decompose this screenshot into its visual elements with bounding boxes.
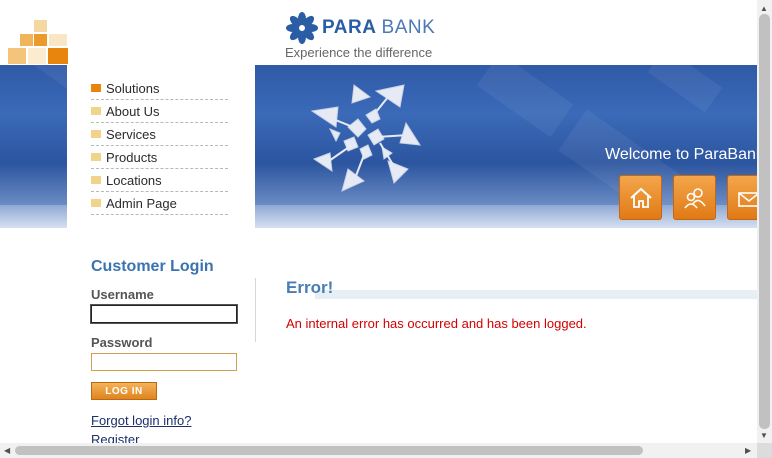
brand-name: PARA BANK xyxy=(322,17,435,39)
menu-bullet-icon xyxy=(91,153,101,161)
forgot-login-link[interactable]: Forgot login info? xyxy=(91,413,191,428)
menu-item-label[interactable]: Locations xyxy=(106,173,162,188)
scroll-left-arrow-icon[interactable]: ◀ xyxy=(4,447,10,455)
menu-item-label[interactable]: Admin Page xyxy=(106,196,177,211)
scrollbar-corner xyxy=(757,443,772,458)
brand-name-bold: PARA xyxy=(322,17,376,38)
brand-tagline: Experience the difference xyxy=(285,45,433,60)
brand-name-light: BANK xyxy=(381,17,436,38)
about-nav-button[interactable] xyxy=(673,175,716,220)
menu-item-label[interactable]: About Us xyxy=(106,104,159,119)
menu-item-services[interactable]: Services xyxy=(91,123,228,146)
register-link[interactable]: Register xyxy=(91,432,139,443)
left-menu: Solutions About Us Services Products Loc… xyxy=(91,77,228,215)
menu-item-products[interactable]: Products xyxy=(91,146,228,169)
parabank-banner-symbol-icon xyxy=(310,84,421,192)
login-button[interactable]: LOG IN xyxy=(91,382,157,400)
page-viewport: PARA BANK Experience the difference Welc… xyxy=(0,0,757,443)
menu-bullet-icon xyxy=(91,176,101,184)
login-title: Customer Login xyxy=(91,258,214,275)
contact-icon xyxy=(737,191,757,207)
menu-item-about-us[interactable]: About Us xyxy=(91,100,228,123)
about-icon xyxy=(683,187,706,209)
welcome-message: Welcome to ParaBank xyxy=(605,146,757,163)
content-divider xyxy=(255,278,256,342)
menu-bullet-icon xyxy=(91,84,101,92)
parabank-flower-icon xyxy=(286,12,318,44)
password-label: Password xyxy=(91,335,153,350)
horizontal-scrollbar-thumb[interactable] xyxy=(15,446,643,455)
scroll-up-arrow-icon[interactable]: ▲ xyxy=(760,5,768,13)
corner-squares-decoration xyxy=(8,18,68,66)
password-input[interactable] xyxy=(91,353,237,371)
vertical-scrollbar-thumb[interactable] xyxy=(759,14,770,429)
scroll-right-arrow-icon[interactable]: ▶ xyxy=(745,447,751,455)
scroll-down-arrow-icon[interactable]: ▼ xyxy=(760,432,768,440)
home-icon xyxy=(629,187,652,208)
heading-rule xyxy=(315,290,757,299)
error-heading: Error! xyxy=(286,278,334,297)
menu-item-admin-page[interactable]: Admin Page xyxy=(91,192,228,215)
menu-item-locations[interactable]: Locations xyxy=(91,169,228,192)
menu-bullet-icon xyxy=(91,199,101,207)
error-message: An internal error has occurred and has b… xyxy=(286,316,587,331)
home-nav-button[interactable] xyxy=(619,175,662,220)
menu-item-solutions[interactable]: Solutions xyxy=(91,77,228,100)
menu-item-label[interactable]: Services xyxy=(106,127,156,142)
menu-item-label[interactable]: Solutions xyxy=(106,81,159,96)
menu-bullet-icon xyxy=(91,130,101,138)
parabank-logo[interactable]: PARA BANK xyxy=(286,12,435,44)
contact-nav-button[interactable] xyxy=(727,175,757,220)
username-label: Username xyxy=(91,287,154,302)
menu-item-label[interactable]: Products xyxy=(106,150,157,165)
username-input[interactable] xyxy=(90,304,238,324)
menu-bullet-icon xyxy=(91,107,101,115)
